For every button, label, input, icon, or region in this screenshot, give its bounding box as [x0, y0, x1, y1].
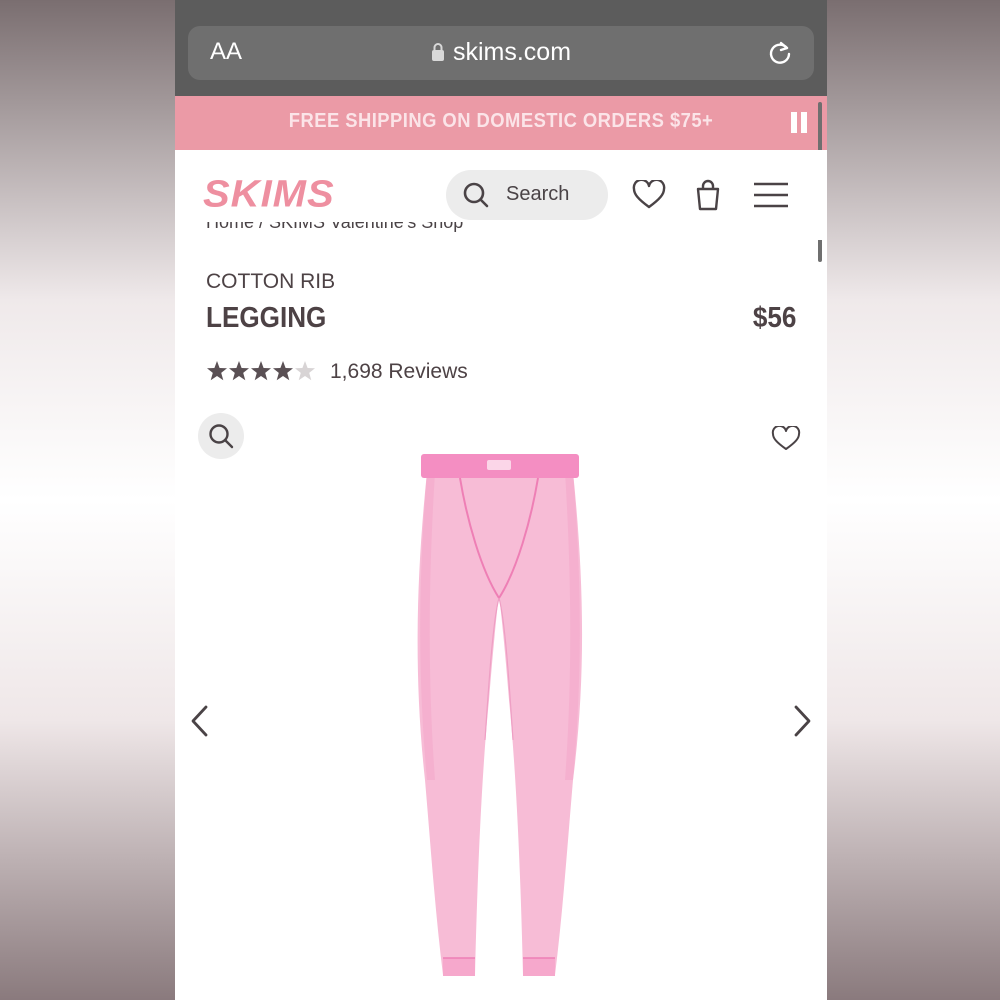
browser-bar: AA skims.com [175, 0, 827, 96]
chevron-right-icon[interactable] [792, 704, 812, 738]
product-title: LEGGING [206, 302, 327, 334]
star-rating-icon [207, 361, 315, 381]
product-price: $56 [752, 302, 796, 334]
pause-icon[interactable] [791, 112, 807, 133]
breadcrumb[interactable]: Home / SKIMS Valentine's Shop [206, 222, 463, 236]
lock-icon [431, 43, 444, 61]
search-label: Search [506, 183, 570, 205]
zoom-button[interactable] [198, 413, 244, 459]
zoom-icon [209, 424, 234, 449]
wishlist-heart-icon[interactable] [771, 426, 801, 452]
promo-text: FREE SHIPPING ON DOMESTIC ORDERS $75+ [288, 110, 714, 132]
product-image [417, 454, 583, 976]
phone-screen: AA skims.com FREE SHIPPING ON DOMESTIC O… [175, 0, 827, 1000]
search-icon [463, 182, 489, 208]
promo-banner[interactable]: FREE SHIPPING ON DOMESTIC ORDERS $75+ [175, 96, 827, 150]
search-button[interactable]: Search [446, 170, 608, 220]
address-bar[interactable]: AA skims.com [188, 26, 814, 80]
menu-icon[interactable] [753, 182, 789, 208]
url-text: skims.com [452, 38, 572, 66]
heart-icon[interactable] [632, 180, 666, 210]
chevron-left-icon[interactable] [190, 704, 210, 738]
breadcrumb-text: Home / SKIMS Valentine's Shop [206, 222, 464, 232]
reviews-count[interactable]: 1,698 Reviews [330, 360, 468, 384]
skims-logo[interactable]: SKIMS [203, 173, 335, 216]
product-collection: COTTON RIB [206, 270, 336, 293]
url-display[interactable]: skims.com [188, 38, 814, 67]
bag-icon[interactable] [694, 178, 722, 212]
reload-icon[interactable] [766, 39, 794, 67]
